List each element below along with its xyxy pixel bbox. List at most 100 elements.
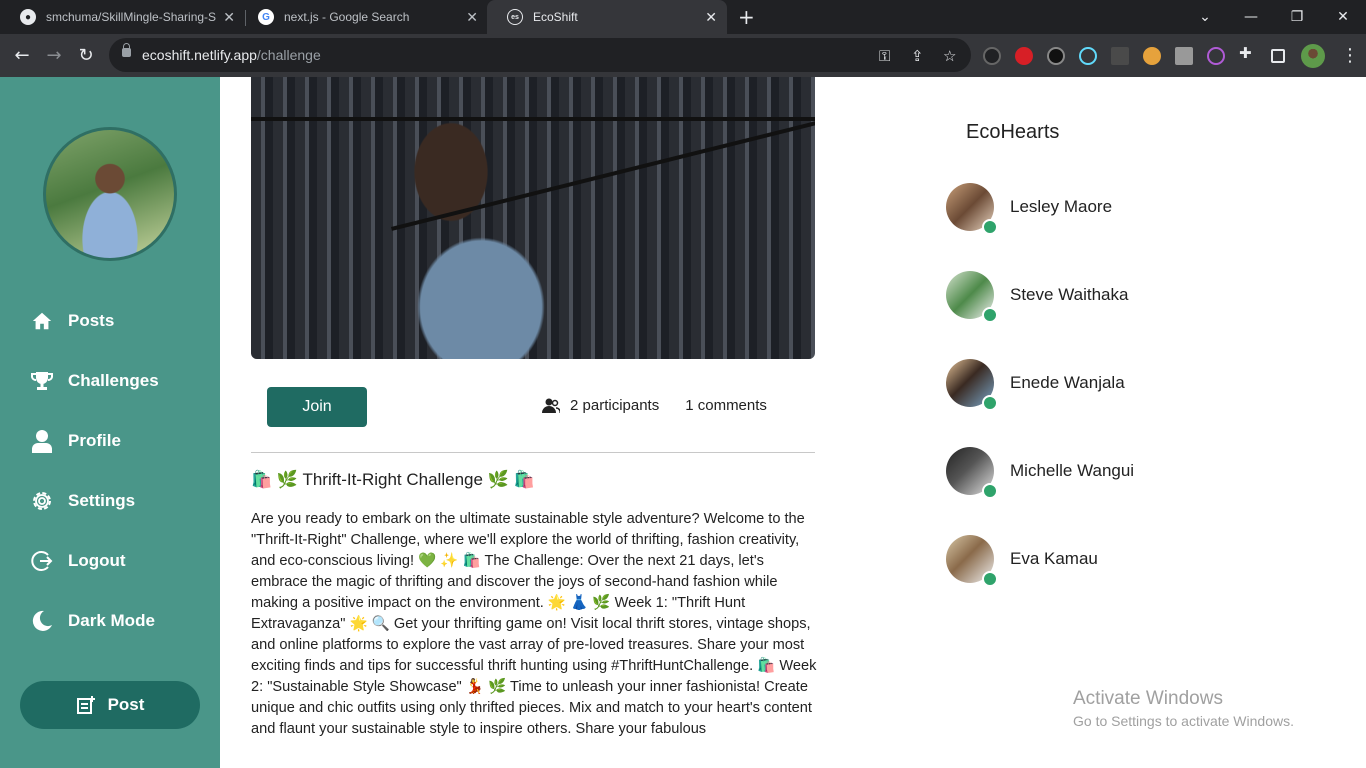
- key-icon[interactable]: ⚿: [879, 47, 890, 65]
- online-indicator: [982, 395, 998, 411]
- sidebar-item-posts[interactable]: Posts: [30, 309, 114, 333]
- tab-title: next.js - Google Search: [284, 10, 410, 24]
- address-url: ecoshift.netlify.app/challenge: [142, 47, 321, 63]
- puzzle-icon[interactable]: ✚: [1239, 44, 1257, 62]
- extension-icon[interactable]: [1015, 47, 1033, 65]
- list-item[interactable]: Lesley Maore: [946, 183, 1113, 235]
- google-icon: G: [258, 9, 274, 25]
- online-indicator: [982, 483, 998, 499]
- sidebar-item-label: Profile: [68, 431, 121, 450]
- avatar: [946, 447, 998, 499]
- sidebar: Posts Challenges Profile Settings Logout…: [0, 77, 220, 768]
- sidebar-item-dark-mode[interactable]: Dark Mode: [30, 609, 155, 633]
- challenge-stats: 2 participants 1 comments: [542, 397, 767, 414]
- tab-github[interactable]: ● smchuma/SkillMingle-Sharing-S ✕: [0, 0, 245, 34]
- watermark-line2: Go to Settings to activate Windows.: [1073, 713, 1294, 729]
- avatar: [946, 535, 998, 587]
- extension-icon[interactable]: [1111, 47, 1129, 65]
- extension-icon[interactable]: [1047, 47, 1065, 65]
- tab-title: smchuma/SkillMingle-Sharing-S: [46, 10, 217, 24]
- extension-icon[interactable]: [983, 47, 1001, 65]
- ecohearts-title: EcoHearts: [966, 121, 1060, 143]
- person-name: Enede Wanjala: [1010, 373, 1125, 392]
- bookmark-star-icon[interactable]: ☆: [943, 47, 956, 65]
- sidebar-item-label: Posts: [68, 311, 115, 330]
- tab-ecoshift[interactable]: es EcoShift ✕: [487, 0, 727, 34]
- extension-icon[interactable]: [1175, 47, 1193, 65]
- new-tab-button[interactable]: +: [738, 5, 755, 29]
- minimize-button[interactable]: —: [1228, 0, 1274, 34]
- ecohearts-panel: EcoHearts Lesley Maore Steve Waithaka En…: [870, 77, 1366, 768]
- extension-icon[interactable]: [1143, 47, 1161, 65]
- side-panel-icon[interactable]: [1271, 49, 1285, 63]
- avatar: [946, 359, 998, 411]
- list-item[interactable]: Michelle Wangui: [946, 447, 1135, 499]
- challenge-title: 🛍️ 🌿 Thrift-It-Right Challenge 🌿 🛍️: [251, 470, 535, 489]
- new-post-icon: [76, 695, 96, 715]
- image-detail: [391, 115, 815, 231]
- sidebar-item-logout[interactable]: Logout: [30, 549, 126, 573]
- restore-button[interactable]: ❐: [1274, 0, 1320, 34]
- reload-button[interactable]: ↻: [75, 44, 97, 66]
- browser-toolbar: ← → ↻ ecoshift.netlify.app/challenge ⚿ ⇪…: [0, 34, 1366, 77]
- github-icon: ●: [20, 9, 36, 25]
- back-button[interactable]: ←: [11, 44, 33, 66]
- challenge-description: Are you ready to embark on the ultimate …: [251, 511, 817, 737]
- close-window-button[interactable]: ✕: [1320, 0, 1366, 34]
- list-item[interactable]: Enede Wanjala: [946, 359, 1125, 411]
- post-button-label: Post: [107, 695, 145, 714]
- share-icon[interactable]: ⇪: [911, 47, 924, 65]
- sidebar-item-label: Challenges: [68, 371, 159, 390]
- divider: [251, 452, 815, 453]
- participants-count[interactable]: 2 participants: [570, 397, 659, 414]
- close-icon[interactable]: ✕: [705, 9, 717, 26]
- challenge-image: [251, 77, 815, 359]
- join-button[interactable]: Join: [267, 387, 367, 427]
- sidebar-item-label: Logout: [68, 551, 126, 570]
- avatar: [946, 271, 998, 323]
- tab-google-search[interactable]: G next.js - Google Search ✕: [238, 0, 488, 34]
- image-detail: [251, 117, 815, 121]
- moon-icon: [30, 609, 54, 633]
- comments-count[interactable]: 1 comments: [685, 397, 767, 414]
- browser-tab-bar: ● smchuma/SkillMingle-Sharing-S ✕ G next…: [0, 0, 1366, 34]
- person-name: Steve Waithaka: [1010, 285, 1129, 304]
- user-icon: [30, 429, 54, 453]
- person-name: Lesley Maore: [1010, 197, 1113, 216]
- menu-icon[interactable]: ⋮: [1339, 44, 1361, 66]
- windows-activation-watermark: Activate Windows Go to Settings to activ…: [1073, 688, 1294, 729]
- person-name: Michelle Wangui: [1010, 461, 1135, 480]
- gear-icon: [30, 489, 54, 513]
- profile-avatar[interactable]: [1301, 44, 1325, 68]
- extension-icon[interactable]: [1207, 47, 1225, 65]
- address-bar[interactable]: ecoshift.netlify.app/challenge ⚿ ⇪ ☆: [109, 38, 971, 72]
- post-button[interactable]: Post: [20, 681, 200, 729]
- challenge-main: Join 2 participants 1 comments 🛍️ 🌿 Thri…: [220, 77, 870, 768]
- sidebar-item-label: Dark Mode: [68, 611, 155, 630]
- forward-button[interactable]: →: [43, 44, 65, 66]
- sidebar-item-challenges[interactable]: Challenges: [30, 369, 159, 393]
- online-indicator: [982, 571, 998, 587]
- home-icon: [30, 309, 54, 333]
- person-name: Eva Kamau: [1010, 549, 1098, 568]
- avatar: [946, 183, 998, 235]
- watermark-line1: Activate Windows: [1073, 688, 1223, 709]
- react-devtools-icon[interactable]: [1079, 47, 1097, 65]
- participants-icon: [542, 398, 560, 414]
- sidebar-item-label: Settings: [68, 491, 136, 510]
- list-item[interactable]: Steve Waithaka: [946, 271, 1129, 323]
- tab-title: EcoShift: [533, 10, 578, 24]
- close-icon[interactable]: ✕: [223, 9, 235, 26]
- list-item[interactable]: Eva Kamau: [946, 535, 1098, 587]
- profile-avatar-large[interactable]: [43, 127, 177, 261]
- lock-icon: [122, 43, 131, 57]
- online-indicator: [982, 219, 998, 235]
- online-indicator: [982, 307, 998, 323]
- tab-search-button[interactable]: ⌄: [1182, 0, 1228, 34]
- trophy-icon: [30, 369, 54, 393]
- close-icon[interactable]: ✕: [466, 9, 478, 26]
- logout-icon: [30, 549, 54, 573]
- sidebar-item-profile[interactable]: Profile: [30, 429, 121, 453]
- ecoshift-icon: es: [507, 9, 523, 25]
- sidebar-item-settings[interactable]: Settings: [30, 489, 135, 513]
